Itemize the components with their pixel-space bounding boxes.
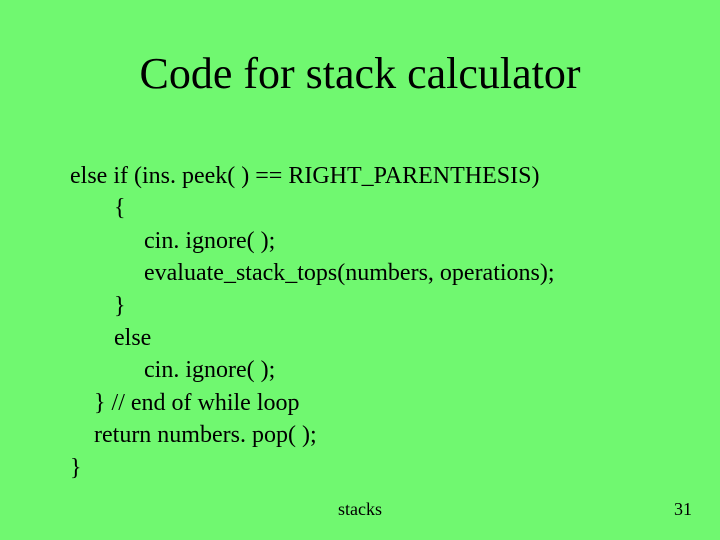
code-line: return numbers. pop( );: [70, 419, 680, 451]
code-line: else: [70, 322, 680, 354]
page-number: 31: [674, 499, 692, 520]
code-line: else if (ins. peek( ) == RIGHT_PARENTHES…: [70, 160, 680, 192]
code-block: else if (ins. peek( ) == RIGHT_PARENTHES…: [70, 160, 680, 484]
slide: Code for stack calculator else if (ins. …: [0, 0, 720, 540]
code-line: evaluate_stack_tops(numbers, operations)…: [70, 257, 680, 289]
code-line: {: [70, 192, 680, 224]
footer-topic: stacks: [0, 499, 720, 520]
code-line: cin. ignore( );: [70, 225, 680, 257]
code-line: } // end of while loop: [70, 387, 680, 419]
slide-title: Code for stack calculator: [0, 48, 720, 99]
code-line: }: [70, 452, 680, 484]
code-line: }: [70, 290, 680, 322]
code-line: cin. ignore( );: [70, 354, 680, 386]
